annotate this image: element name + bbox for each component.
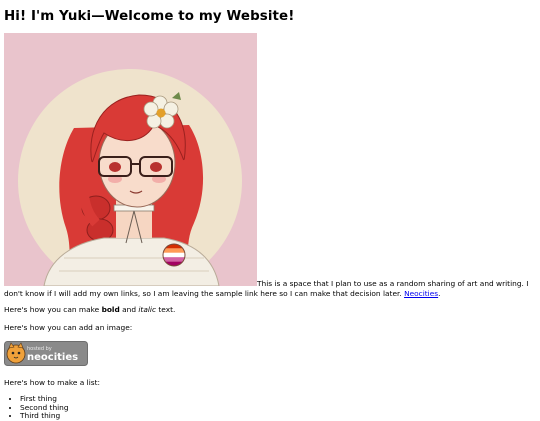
- image-paragraph: Here's how you can add an image:: [4, 322, 133, 332]
- format-prefix: Here's how you can make: [4, 305, 102, 315]
- sample-list: First thing Second thing Third thing: [4, 395, 536, 421]
- page-title: Hi! I'm Yuki—Welcome to my Website!: [4, 9, 295, 24]
- badge-brand: neocities: [27, 352, 78, 363]
- avatar-image: [4, 33, 257, 287]
- bold-example: bold: [101, 305, 120, 315]
- format-suffix: text.: [156, 305, 176, 315]
- page: Hi! I'm Yuki—Welcome to my Website! This…: [0, 9, 540, 421]
- list-intro: Here's how to make a list:: [4, 377, 100, 387]
- neocities-link[interactable]: Neocities: [404, 289, 438, 298]
- neocities-badge[interactable]: hosted by neocities: [4, 340, 88, 366]
- intro-paragraph: This is a space that I plan to use as a …: [4, 33, 536, 298]
- cat-icon: [6, 341, 26, 363]
- list-item: Third thing: [20, 412, 536, 421]
- format-and: and: [119, 305, 139, 315]
- list-item: First thing: [20, 395, 536, 404]
- italic-example: italic: [138, 305, 157, 315]
- format-paragraph: Here's how you can make bold and italic …: [4, 305, 536, 315]
- intro-end: .: [438, 288, 441, 298]
